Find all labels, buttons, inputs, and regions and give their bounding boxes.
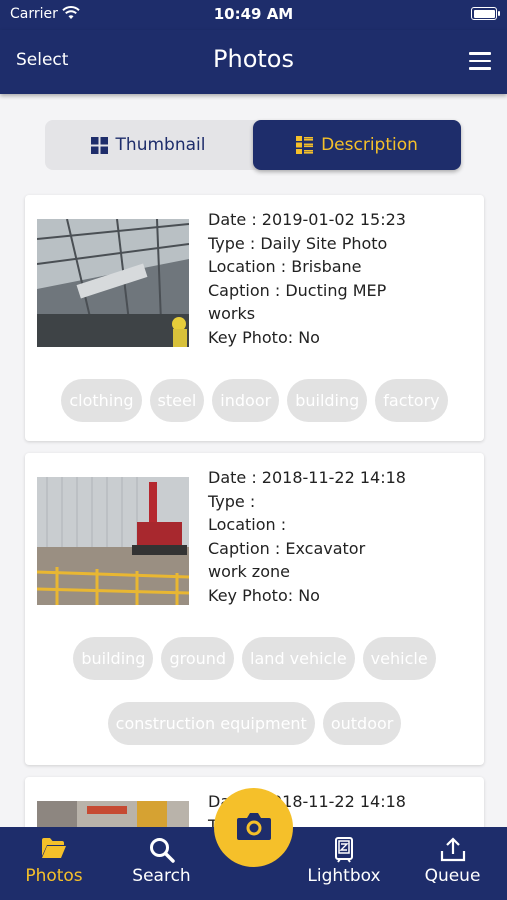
photo-caption: Caption : Ducting MEP [208,280,387,300]
tag-list: building ground land vehicle vehicle con… [37,637,472,765]
tag-list: clothing steel indoor building factory [37,379,472,441]
status-bar: Carrier 10:49 AM [0,0,507,30]
navigation-bar: Select Photos [0,30,507,94]
view-toggle: Thumbnail Description [45,120,461,170]
tab-lightbox[interactable]: Lightbox [290,827,398,900]
photo-key-photo: Key Photo: No [208,585,320,605]
photo-caption-continued: work zone [208,562,290,581]
tag-chip[interactable]: factory [375,379,448,422]
photo-type: Type : Daily Site Photo [208,233,388,253]
tag-chip[interactable]: building [287,379,368,422]
photo-location: Location : [208,515,287,534]
tag-chip[interactable]: ground [161,637,235,680]
photo-type: Type : [208,491,256,511]
tag-chip[interactable]: clothing [61,379,142,422]
select-button[interactable]: Select [16,50,68,70]
tab-queue[interactable]: Queue [398,827,507,900]
page-title: Photos [213,45,294,73]
tab-search[interactable]: Search [108,827,215,900]
tag-chip[interactable]: indoor [212,379,280,422]
tab-lightbox-label: Lightbox [307,866,381,886]
tag-chip[interactable]: building [73,637,154,680]
camera-icon [236,811,272,845]
tab-photos-label: Photos [25,866,83,886]
folder-open-icon [0,837,108,859]
photo-card[interactable]: Date : 2018-11-22 14:18 Type : Location … [25,453,484,765]
description-view-button[interactable]: Description [253,120,461,170]
tab-search-label: Search [132,866,191,886]
tag-chip[interactable]: outdoor [322,702,402,745]
tag-chip[interactable]: land vehicle [242,637,355,680]
photo-location: Location : Brisbane [208,257,362,276]
tab-queue-label: Queue [424,866,481,886]
hamburger-menu-icon[interactable] [469,52,491,70]
photo-date: Date : 2019-01-02 15:23 [208,210,406,229]
tag-chip[interactable]: steel [149,379,205,422]
description-label: Description [321,135,418,155]
thumbnail-view-button[interactable]: Thumbnail [45,120,251,170]
photo-details: Date : 2018-11-22 14:18 Type : Location … [208,466,472,607]
grid-icon [90,136,108,154]
photo-thumbnail-ducting[interactable] [37,219,189,347]
upload-icon [398,837,507,863]
tag-chip[interactable]: construction equipment [107,702,315,745]
camera-button[interactable] [214,788,293,867]
photo-thumbnail-excavator[interactable] [37,477,189,605]
photo-caption-continued: works [208,304,256,323]
photo-key-photo: Key Photo: No [208,327,320,347]
battery-icon [471,7,500,20]
photo-date: Date : 2018-11-22 14:18 [208,468,406,487]
tab-photos[interactable]: Photos [0,827,108,900]
photo-details: Date : 2019-01-02 15:23 Type : Daily Sit… [208,208,472,349]
thumbnail-label: Thumbnail [115,135,206,155]
photo-caption: Caption : Excavator [208,538,366,558]
tag-chip[interactable]: vehicle [362,637,436,680]
clock: 10:49 AM [213,5,294,23]
photo-card[interactable]: Date : 2019-01-02 15:23 Type : Daily Sit… [25,195,484,441]
list-detail-icon [296,136,314,154]
search-icon [108,837,215,863]
lightbox-icon [290,837,398,863]
